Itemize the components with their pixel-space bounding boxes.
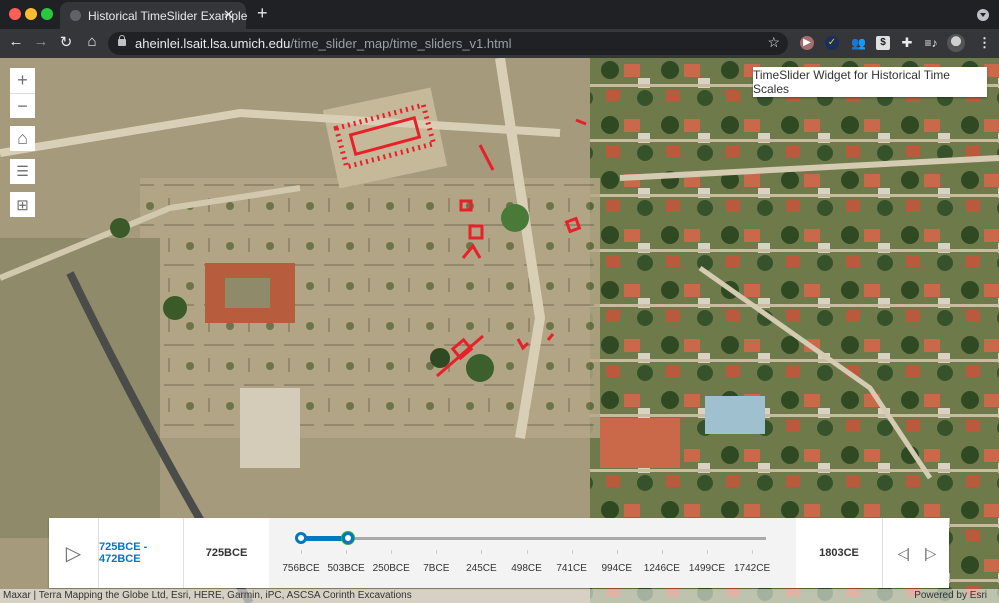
map-home-button[interactable]: ⌂ (10, 126, 35, 151)
attribution-text[interactable]: Maxar | Terra Mapping the Globe Ltd, Esr… (3, 590, 412, 601)
new-tab-button[interactable]: + (257, 3, 268, 24)
slider-tick (526, 550, 528, 554)
slider-tick-label: 498CE (511, 563, 542, 574)
slider-start-thumb[interactable] (295, 532, 307, 544)
zoom-out-button[interactable]: − (10, 93, 35, 118)
home-button[interactable]: ⌂ (82, 33, 102, 50)
slider-tick-label: 1742CE (733, 563, 771, 574)
slider-tick (346, 550, 348, 554)
slider-track[interactable] (301, 537, 766, 540)
basemap-gallery-button[interactable]: ⊞ (10, 192, 35, 217)
media-control-icon[interactable]: ≡♪ (924, 36, 938, 50)
slider-tick (391, 550, 393, 554)
globe-icon (70, 10, 81, 21)
browser-menu-icon[interactable]: ⋮ (978, 35, 991, 51)
time-slider: ▷ 725BCE - 472BCE 725BCE 756BCE 503BCE 250… (49, 518, 949, 588)
slider-tick (616, 550, 618, 554)
powered-by-esri[interactable]: Powered by Esri (914, 590, 987, 601)
next-step-button[interactable]: |▷ (924, 545, 936, 562)
slider-tick (301, 550, 302, 554)
slider-tick-label: 245CE (466, 563, 497, 574)
forward-button[interactable]: → (31, 33, 51, 50)
extension-play-icon[interactable]: ▶ (800, 36, 814, 50)
slider-tick-label: 994CE (601, 563, 633, 574)
basemap-grid-icon: ⊞ (16, 196, 29, 214)
slider-tick-label: 741CE (556, 563, 587, 574)
previous-step-button[interactable]: ◁| (898, 545, 910, 562)
map-view[interactable]: + − ⌂ ☰ ⊞ TimeSlider Widget for Historic… (0, 58, 999, 603)
home-icon: ⌂ (17, 128, 28, 148)
maximize-window-button[interactable] (41, 8, 53, 20)
extensions-puzzle-icon[interactable]: ✚ (900, 36, 914, 50)
slider-tick (661, 550, 663, 554)
slider-tick-label: 503BCE (327, 563, 365, 574)
zoom-control: + − (10, 68, 35, 118)
close-tab-icon[interactable]: ✕ (223, 7, 234, 23)
tab-search-icon[interactable] (977, 9, 989, 21)
slider-tick-label: 756BCE (282, 563, 320, 574)
map-title-widget: TimeSlider Widget for Historical Time Sc… (753, 67, 987, 97)
extension-check-icon[interactable]: ✓ (825, 36, 839, 50)
profile-avatar[interactable] (947, 34, 965, 52)
slider-end-thumb[interactable] (341, 532, 354, 544)
browser-tab[interactable]: Historical TimeSlider Example ✕ (60, 2, 247, 29)
slider-tick (706, 550, 708, 554)
slider-tick-label: 1246CE (643, 563, 680, 574)
slider-tick-label: 250BCE (372, 563, 410, 574)
attribution-bar: Maxar | Terra Mapping the Globe Ltd, Esr… (0, 589, 999, 603)
slider-track-area: 756BCE 503BCE 250BCE 7BCE 245CE 498CE 741CE 994… (269, 518, 796, 588)
list-icon: ☰ (16, 163, 29, 179)
slider-tick (571, 550, 573, 554)
slider-tick-label: 7BCE (423, 563, 450, 574)
browser-toolbar: ← → ↻ ⌂ aheinlei.lsait.lsa.umich.edu/tim… (0, 29, 999, 58)
url-text[interactable]: aheinlei.lsait.lsa.umich.edu/time_slider… (135, 36, 511, 51)
reload-button[interactable]: ↻ (56, 33, 76, 51)
slider-tick (752, 550, 754, 554)
play-icon: ▷ (65, 542, 82, 565)
zoom-in-button[interactable]: + (10, 68, 35, 93)
slider-tick (436, 550, 438, 554)
extension-people-icon[interactable]: 👥 (851, 36, 866, 50)
extension-dollar-icon[interactable]: $ (876, 36, 890, 50)
bookmark-star-icon[interactable]: ☆ (767, 34, 780, 51)
address-bar[interactable]: aheinlei.lsait.lsa.umich.edu/time_slider… (108, 32, 788, 55)
legend-button[interactable]: ☰ (10, 159, 35, 184)
close-window-button[interactable] (9, 8, 21, 20)
slider-tick (481, 550, 483, 554)
slider-selected-range (301, 536, 348, 541)
play-button[interactable]: ▷ (49, 518, 99, 588)
back-button[interactable]: ← (6, 33, 26, 50)
slider-max-label: 1803CE (796, 518, 883, 588)
minimize-window-button[interactable] (25, 8, 37, 20)
step-controls: ◁| |▷ (883, 518, 949, 588)
slider-tick-label: 1499CE (688, 563, 726, 574)
time-extent-label: 725BCE - 472BCE (99, 518, 184, 588)
lock-icon (118, 35, 126, 46)
slider-min-label: 725BCE (205, 547, 248, 559)
browser-tab-bar: Historical TimeSlider Example ✕ + (0, 0, 999, 29)
